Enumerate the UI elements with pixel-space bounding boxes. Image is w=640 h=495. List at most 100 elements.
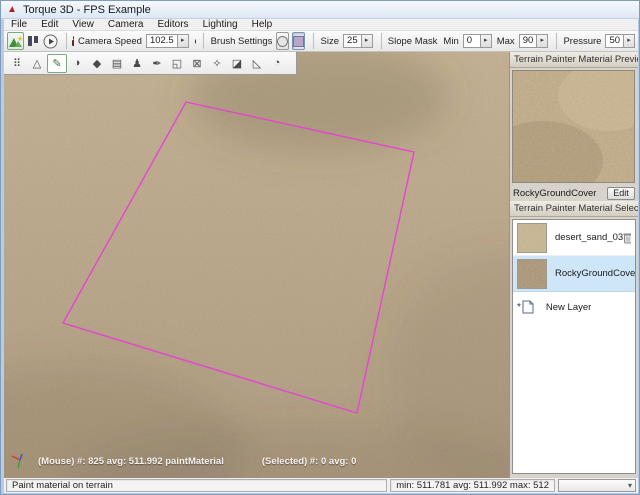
- gui-editor-icon: [28, 36, 38, 46]
- terrain-tool-palette: ⠿ △ ✎ ◑ ◆ ▤ ♟ ✒ ◱ ⊠ ✧ ◪ ◺ ◔: [4, 52, 297, 75]
- clear-terrain-icon: ⊠: [192, 57, 202, 70]
- new-layer-asterisk: *: [517, 301, 521, 313]
- feather-icon: ✒: [152, 57, 162, 70]
- slope-min-spin-arrow[interactable]: ▸: [479, 35, 491, 47]
- edit-material-button[interactable]: Edit: [607, 186, 635, 200]
- play-game-button[interactable]: [42, 32, 59, 50]
- smooth-icon: ◑: [73, 57, 81, 69]
- slope-min-label: Min: [443, 35, 459, 47]
- menu-edit[interactable]: Edit: [34, 19, 65, 31]
- tool-ramp[interactable]: ◺: [247, 54, 267, 73]
- terrain-painter-panel: Terrain Painter Material Preview RockyGr…: [509, 52, 638, 478]
- material-name-label: RockyGroundCover: [555, 268, 636, 279]
- tool-stamp[interactable]: ♟: [127, 54, 147, 73]
- svg-text:★: ★: [17, 35, 23, 43]
- ellipse-brush-icon: [277, 35, 289, 47]
- material-row-rocky-ground-cover[interactable]: RockyGroundCover: [513, 256, 635, 292]
- material-preview-header: Terrain Painter Material Preview: [510, 52, 638, 68]
- status-dropdown[interactable]: ▾: [558, 479, 636, 492]
- play-icon: [43, 34, 58, 48]
- window-title: Torque 3D - FPS Example: [23, 3, 151, 16]
- material-name-label: desert_sand_03: [555, 232, 624, 243]
- tool-raise-height[interactable]: △: [27, 54, 47, 73]
- material-list: desert_sand_03 RockyGroundCover * New La…: [512, 219, 636, 474]
- camera-speed-label: Camera Speed: [78, 35, 142, 47]
- new-layer-row[interactable]: * New Layer: [513, 292, 635, 322]
- slope-max-spin-arrow[interactable]: ▸: [536, 35, 548, 47]
- tool-airbrush[interactable]: ✧: [207, 54, 227, 73]
- size-input[interactable]: 25: [344, 35, 361, 47]
- paint-material-icon: ✎: [52, 57, 62, 70]
- stamp-icon: ♟: [132, 57, 142, 70]
- active-material-row: RockyGroundCover Edit: [510, 185, 638, 201]
- status-message: Paint material on terrain: [6, 479, 388, 492]
- ellipse-brush-button[interactable]: [276, 32, 290, 50]
- raise-height-icon: △: [32, 57, 42, 70]
- slope-min-spinner: 0 ▸: [462, 34, 492, 48]
- menu-help[interactable]: Help: [245, 19, 280, 31]
- tool-set-height[interactable]: ▤: [107, 54, 127, 73]
- airbrush-icon: ✧: [212, 57, 222, 70]
- menu-editors[interactable]: Editors: [150, 19, 195, 31]
- camera-speed-input[interactable]: 102.5: [147, 35, 177, 47]
- eraser-icon: ◪: [231, 57, 243, 70]
- terrain-viewport[interactable]: ⠿ △ ✎ ◑ ◆ ▤ ♟ ✒ ◱ ⊠ ✧ ◪ ◺ ◔ (Mouse) #: 8…: [4, 52, 509, 478]
- size-spinner: 25 ▸: [343, 34, 373, 48]
- brush-settings-label: Brush Settings: [210, 35, 273, 47]
- tool-paint-dirt[interactable]: ◆: [87, 54, 107, 73]
- status-bar: Paint material on terrain min: 511.781 a…: [4, 478, 638, 493]
- material-sphere-icon: ◔: [273, 57, 281, 69]
- terrain-render: [4, 52, 509, 478]
- height-stats: min: 511.781 avg: 511.992 max: 512: [390, 479, 555, 492]
- slope-max-spinner: 90 ▸: [518, 34, 549, 48]
- torque-logo-icon: ▲: [6, 3, 18, 15]
- tool-smooth[interactable]: ◑: [67, 54, 87, 73]
- camera-speed-spin-arrow[interactable]: ▸: [176, 35, 188, 47]
- size-label: Size: [320, 35, 340, 47]
- visibility-eye-icon[interactable]: [194, 36, 197, 47]
- menu-lighting[interactable]: Lighting: [196, 19, 245, 31]
- menu-camera[interactable]: Camera: [101, 19, 151, 31]
- mouse-brush-stats: (Mouse) #: 825 avg: 511.992 paintMateria…: [38, 455, 224, 467]
- tool-grab-terrain[interactable]: ⠿: [7, 54, 27, 73]
- grab-terrain-icon: ⠿: [12, 57, 22, 70]
- dropdown-arrow-icon: ▾: [627, 481, 632, 490]
- tool-material-sphere[interactable]: ◔: [267, 54, 287, 73]
- tool-paint-material[interactable]: ✎: [47, 53, 67, 73]
- active-material-name: RockyGroundCover: [513, 187, 597, 199]
- box-brush-button[interactable]: [292, 32, 306, 50]
- menu-view[interactable]: View: [65, 19, 101, 31]
- slope-max-input[interactable]: 90: [520, 35, 537, 47]
- slope-min-input[interactable]: 0: [464, 35, 480, 47]
- new-layer-label: New Layer: [545, 301, 592, 313]
- tool-feather[interactable]: ✒: [147, 54, 167, 73]
- camera-icon: [72, 35, 75, 46]
- ramp-icon: ◺: [252, 57, 262, 70]
- tool-clear-terrain[interactable]: ⊠: [187, 54, 207, 73]
- size-spin-arrow[interactable]: ▸: [360, 35, 372, 47]
- main-toolbar: ★ Camera Speed 102.5 ▸ Brush Settings Si…: [4, 31, 638, 52]
- pressure-input[interactable]: 50: [606, 35, 623, 47]
- new-layer-page-icon: [522, 300, 534, 314]
- pressure-spinner: 50 ▸: [605, 34, 636, 48]
- menu-bar: File Edit View Camera Editors Lighting H…: [4, 19, 638, 31]
- delete-material-icon[interactable]: [623, 232, 631, 244]
- pressure-spin-arrow[interactable]: ▸: [623, 35, 635, 47]
- tool-eraser[interactable]: ◪: [227, 54, 247, 73]
- selected-brush-stats: (Selected) #: 0 avg: 0: [261, 455, 357, 467]
- viewport-stats-overlay: (Mouse) #: 825 avg: 511.992 paintMateria…: [10, 452, 356, 470]
- desert-sand-thumbnail: [517, 222, 547, 253]
- camera-speed-spinner: 102.5 ▸: [145, 34, 189, 48]
- pressure-label: Pressure: [563, 35, 602, 47]
- title-bar[interactable]: ▲ Torque 3D - FPS Example: [1, 1, 639, 19]
- world-editor-icon: ★: [9, 35, 23, 47]
- gui-editor-button[interactable]: [26, 32, 40, 50]
- tool-flatten[interactable]: ◱: [167, 54, 187, 73]
- world-editor-button[interactable]: ★: [7, 32, 24, 50]
- menu-file[interactable]: File: [4, 19, 34, 31]
- axis-gizmo-icon: [11, 453, 23, 469]
- box-brush-icon: [293, 35, 305, 47]
- set-height-icon: ▤: [111, 57, 123, 70]
- slope-mask-label: Slope Mask: [387, 35, 438, 47]
- material-row-desert-sand[interactable]: desert_sand_03: [513, 220, 635, 256]
